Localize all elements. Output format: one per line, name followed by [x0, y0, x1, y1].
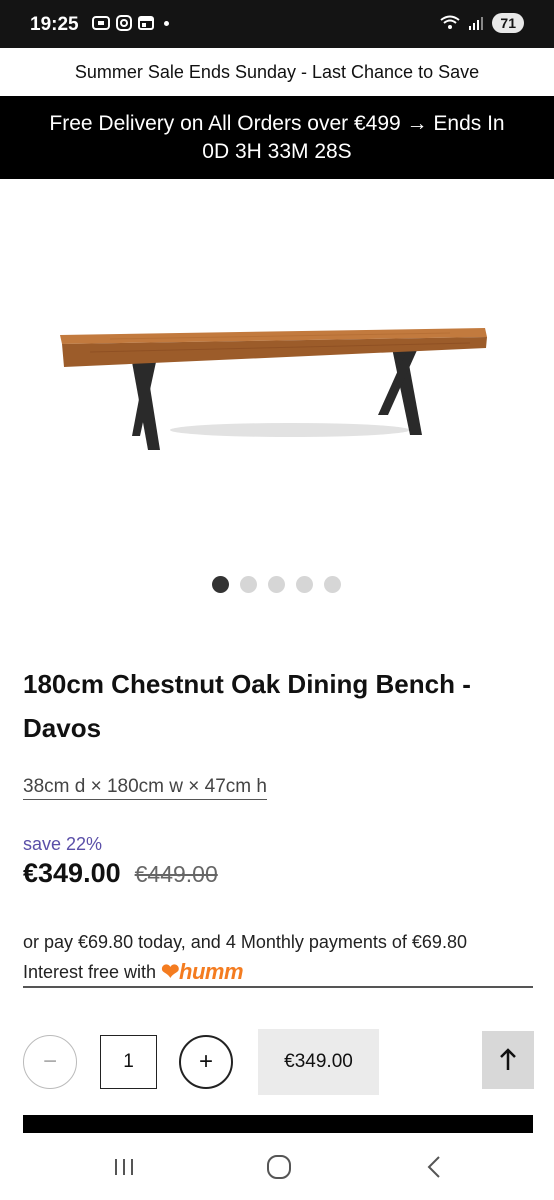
recent-apps-icon	[115, 1159, 133, 1175]
status-time: 19:25	[30, 14, 79, 35]
bench-left-leg	[132, 362, 160, 450]
sticky-cart-bar[interactable]	[23, 1115, 533, 1133]
scroll-to-top-button[interactable]	[482, 1031, 534, 1089]
finance-provider: Interest free with ❤humm	[23, 957, 533, 987]
current-price: €349.00	[23, 858, 121, 888]
humm-heart-icon: ❤	[161, 959, 180, 984]
carousel-dot[interactable]	[240, 576, 257, 593]
product-dimensions[interactable]: 38cm d × 180cm w × 47cm h	[23, 776, 267, 800]
notification-icons	[92, 15, 169, 31]
home-button[interactable]	[259, 1147, 299, 1187]
back-icon	[427, 1156, 440, 1178]
humm-logo-text: humm	[179, 959, 244, 984]
quantity-input[interactable]: 1	[100, 1035, 157, 1089]
system-nav-bar	[0, 1133, 554, 1200]
minus-icon: −	[42, 1048, 57, 1075]
quantity-increase-button[interactable]: +	[179, 1035, 233, 1089]
quantity-decrease-button[interactable]: −	[23, 1035, 77, 1089]
carousel-dot[interactable]	[268, 576, 285, 593]
arrow-up-icon	[500, 1048, 516, 1070]
back-button[interactable]	[414, 1147, 454, 1187]
finance-option[interactable]: or pay €69.80 today, and 4 Monthly payme…	[23, 928, 533, 988]
delivery-banner[interactable]: Free Delivery on All Orders over €499 → …	[0, 96, 554, 179]
quantity-value: 1	[123, 1051, 134, 1072]
screenshot-icon	[92, 16, 110, 30]
countdown-timer: 0D 3H 33M 28S	[202, 140, 352, 163]
plus-icon: +	[198, 1048, 213, 1075]
bench-shadow	[170, 423, 410, 437]
original-price: €449.00	[134, 861, 218, 887]
finance-line: or pay €69.80 today, and 4 Monthly payme…	[23, 932, 467, 952]
price-row: €349.00 €449.00	[23, 858, 218, 889]
wifi-icon	[440, 15, 461, 29]
more-notifications-dot	[164, 20, 169, 26]
interest-free-label: Interest free with	[23, 962, 157, 982]
home-icon	[267, 1155, 291, 1179]
carousel-dot[interactable]	[324, 576, 341, 593]
recent-apps-button[interactable]	[104, 1147, 144, 1187]
sale-banner[interactable]: Summer Sale Ends Sunday - Last Chance to…	[0, 48, 554, 96]
product-image[interactable]	[50, 300, 500, 470]
humm-logo: ❤humm	[161, 959, 243, 984]
product-title: 180cm Chestnut Oak Dining Bench - Davos	[23, 669, 471, 743]
instagram-icon	[116, 15, 132, 31]
sale-banner-text: Summer Sale Ends Sunday - Last Chance to…	[74, 61, 480, 82]
carousel-indicator	[212, 576, 341, 593]
calendar-icon	[138, 16, 154, 30]
signal-icon	[469, 17, 484, 30]
bench-right-leg	[378, 348, 422, 435]
add-to-cart-button[interactable]: €349.00	[258, 1029, 379, 1095]
carousel-dot[interactable]	[296, 576, 313, 593]
delivery-banner-text: Free Delivery on All Orders over €499 → …	[49, 112, 505, 135]
status-bar: 19:25 71	[0, 0, 554, 48]
carousel-dot[interactable]	[212, 576, 229, 593]
system-icons: 71	[440, 13, 524, 33]
add-to-cart-price: €349.00	[284, 1051, 353, 1072]
save-badge: save 22%	[23, 834, 103, 854]
battery-indicator: 71	[492, 13, 524, 33]
